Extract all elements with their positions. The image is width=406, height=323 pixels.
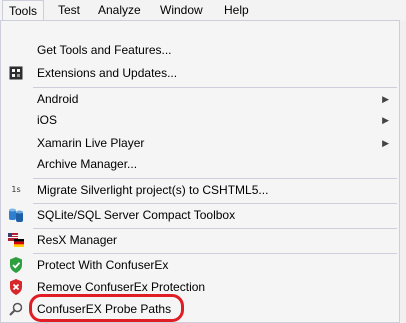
menu-item-label: iOS bbox=[37, 113, 58, 127]
menu-item-xamarin-live-player[interactable]: Xamarin Live Player ▶ bbox=[1, 132, 399, 154]
shield-check-icon bbox=[8, 257, 24, 273]
menu-item-label: Get Tools and Features... bbox=[37, 43, 172, 57]
menu-test[interactable]: Test bbox=[52, 0, 86, 21]
menu-item-label: Extensions and Updates... bbox=[37, 66, 178, 80]
menu-item-android[interactable]: Android ▶ bbox=[1, 88, 399, 110]
menu-window[interactable]: Window bbox=[154, 0, 209, 21]
menu-item-archive-manager[interactable]: Archive Manager... bbox=[1, 153, 399, 175]
migrate-icon: 1s bbox=[11, 185, 21, 194]
menu-item-label: Remove ConfuserEx Protection bbox=[37, 280, 206, 294]
menu-item-extensions[interactable]: Extensions and Updates... bbox=[1, 62, 399, 84]
submenu-arrow-icon: ▶ bbox=[382, 138, 389, 148]
menu-bar: Tools Test Analyze Window Help bbox=[0, 0, 406, 21]
menu-tools[interactable]: Tools bbox=[2, 0, 45, 21]
menu-item-label: ConfuserEX Probe Paths bbox=[37, 302, 172, 316]
extensions-icon bbox=[8, 65, 24, 81]
menu-item-get-tools[interactable]: Get Tools and Features... bbox=[1, 39, 399, 61]
menu-item-probe-paths[interactable]: ConfuserEX Probe Paths bbox=[1, 298, 399, 320]
menu-item-label: ResX Manager bbox=[37, 233, 118, 247]
database-icon bbox=[8, 207, 24, 223]
submenu-arrow-icon: ▶ bbox=[382, 115, 389, 125]
menu-item-protect-confuserex[interactable]: Protect With ConfuserEx bbox=[1, 254, 399, 276]
shield-x-icon bbox=[8, 279, 24, 295]
menu-item-label: Archive Manager... bbox=[37, 157, 138, 171]
flags-icon bbox=[8, 232, 24, 248]
menu-help[interactable]: Help bbox=[218, 0, 255, 21]
menu-item-label: Xamarin Live Player bbox=[37, 136, 145, 150]
menu-item-ios[interactable]: iOS ▶ bbox=[1, 109, 399, 131]
magnifier-icon bbox=[8, 301, 24, 317]
menu-item-label: Android bbox=[37, 92, 79, 106]
menu-item-remove-confuserex[interactable]: Remove ConfuserEx Protection bbox=[1, 276, 399, 298]
menu-analyze[interactable]: Analyze bbox=[92, 0, 147, 21]
menu-item-label: Migrate Silverlight project(s) to CSHTML… bbox=[37, 183, 269, 197]
menu-item-label: SQLite/SQL Server Compact Toolbox bbox=[37, 208, 236, 222]
menu-item-sqlite-toolbox[interactable]: SQLite/SQL Server Compact Toolbox bbox=[1, 204, 399, 226]
submenu-arrow-icon: ▶ bbox=[382, 94, 389, 104]
tools-dropdown-menu: Get Tools and Features... Extensions and… bbox=[0, 20, 400, 323]
menu-item-migrate-silverlight[interactable]: 1s Migrate Silverlight project(s) to CSH… bbox=[1, 179, 399, 201]
menu-item-resx-manager[interactable]: ResX Manager bbox=[1, 229, 399, 251]
menu-item-label: Protect With ConfuserEx bbox=[37, 258, 169, 272]
